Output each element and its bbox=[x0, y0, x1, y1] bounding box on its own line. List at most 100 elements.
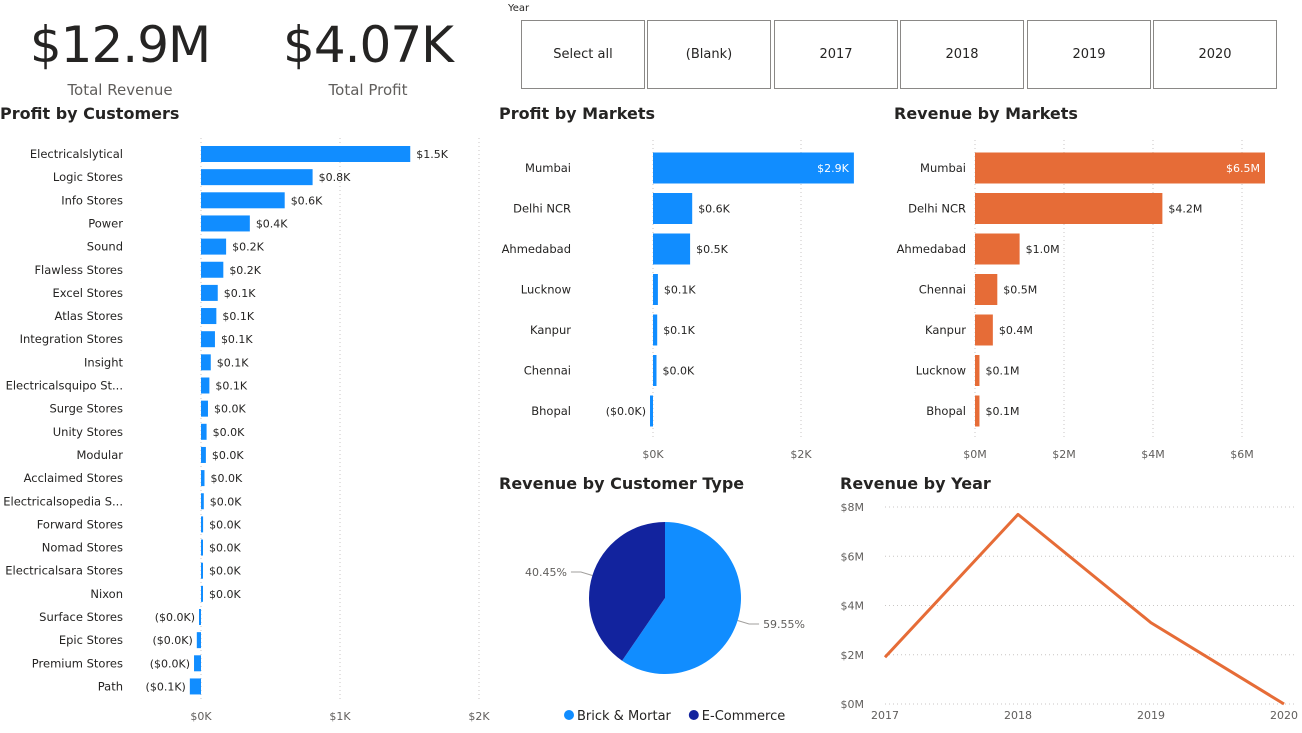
bar bbox=[201, 377, 210, 394]
data-label: $0.0K bbox=[209, 518, 241, 531]
profit-by-markets-chart: $0K $2K Mumbai $2.9K Delhi NCR $0.6K Ahmedabad… bbox=[502, 140, 854, 461]
profit-by-customers-chart: $0K $1K $2K Electricalslytical $1.5K Logic St… bbox=[3, 138, 490, 723]
slicer-option-2018[interactable]: 2018 bbox=[900, 20, 1024, 89]
data-label: $0.5M bbox=[1003, 284, 1037, 297]
category-label: Chennai bbox=[524, 364, 571, 378]
y-tick-label: $8M bbox=[841, 501, 865, 514]
category-label: Bhopal bbox=[531, 404, 571, 418]
bar bbox=[201, 470, 205, 487]
data-label: $0.1M bbox=[985, 365, 1019, 378]
category-label: Flawless Stores bbox=[34, 263, 123, 277]
bar bbox=[653, 355, 657, 386]
revenue-by-customer-type-chart: 59.55% 40.45% Brick & Mortar E-Commerce bbox=[525, 522, 805, 724]
x-tick-label: $2K bbox=[468, 710, 490, 723]
revenue-by-year-chart: $0M $2M $4M $6M $8M 2017 2018 2019 2020 bbox=[841, 501, 1299, 722]
slice-label: 40.45% bbox=[525, 566, 567, 579]
bar bbox=[201, 423, 207, 440]
data-label: $0.0K bbox=[209, 542, 241, 555]
category-label: Info Stores bbox=[61, 193, 123, 207]
data-label: $0.1K bbox=[215, 380, 247, 393]
category-label: Lucknow bbox=[916, 364, 966, 378]
data-label: $0.0K bbox=[210, 495, 242, 508]
category-label: Insight bbox=[84, 355, 123, 369]
data-label: $0.1K bbox=[221, 333, 253, 346]
bar bbox=[975, 193, 1163, 224]
x-tick-label: $2M bbox=[1052, 448, 1076, 461]
data-label: $6.5M bbox=[1226, 162, 1260, 175]
slice-label: 59.55% bbox=[763, 618, 805, 631]
bar bbox=[653, 274, 658, 305]
data-label: $4.2M bbox=[1168, 203, 1202, 216]
category-label: Delhi NCR bbox=[908, 202, 966, 216]
category-label: Lucknow bbox=[521, 283, 571, 297]
bar bbox=[653, 314, 658, 346]
bar bbox=[201, 585, 203, 602]
y-tick-label: $6M bbox=[841, 550, 865, 563]
x-tick-label: 2019 bbox=[1137, 709, 1165, 722]
data-label: $0.6K bbox=[698, 203, 730, 216]
y-tick-label: $2M bbox=[841, 649, 865, 662]
bar bbox=[975, 233, 1020, 265]
data-label: $0.0K bbox=[209, 565, 241, 578]
category-label: Modular bbox=[76, 448, 123, 462]
data-label: $0.1K bbox=[224, 287, 256, 300]
total-revenue-value: $12.9M bbox=[29, 16, 211, 74]
profit-by-customers-title: Profit by Customers bbox=[0, 104, 180, 123]
x-tick-label: $4M bbox=[1141, 448, 1165, 461]
bar bbox=[653, 193, 693, 224]
x-tick-label: 2017 bbox=[871, 709, 899, 722]
category-label: Nixon bbox=[90, 587, 123, 601]
category-label: Epic Stores bbox=[59, 633, 123, 647]
slicer-option-2017[interactable]: 2017 bbox=[774, 20, 898, 89]
bar bbox=[196, 632, 201, 649]
slicer-option-2019[interactable]: 2019 bbox=[1027, 20, 1151, 89]
category-label: Integration Stores bbox=[20, 332, 123, 346]
data-label: $0.0K bbox=[663, 365, 695, 378]
data-label: ($0.0K) bbox=[150, 657, 190, 670]
data-label: $0.8K bbox=[319, 171, 351, 184]
category-label: Logic Stores bbox=[53, 170, 123, 184]
category-label: Premium Stores bbox=[32, 656, 123, 670]
data-label: ($0.0K) bbox=[606, 405, 646, 418]
legend-label: E-Commerce bbox=[702, 709, 785, 724]
revenue-by-markets-chart: $0M $2M $4M $6M Mumbai $6.5M Delhi NCR $4.2M Ahm… bbox=[897, 140, 1265, 461]
legend-marker bbox=[564, 710, 574, 720]
x-tick-label: 2020 bbox=[1270, 709, 1298, 722]
bar bbox=[201, 539, 203, 556]
x-tick-label: $0K bbox=[642, 448, 664, 461]
data-label: $0.0K bbox=[214, 403, 246, 416]
bar bbox=[201, 308, 217, 325]
profit-by-markets-title: Profit by Markets bbox=[499, 104, 655, 123]
category-label: Ahmedabad bbox=[897, 242, 966, 256]
bar bbox=[201, 331, 215, 348]
total-revenue-label: Total Revenue bbox=[67, 81, 173, 99]
revenue-by-markets-title: Revenue by Markets bbox=[894, 104, 1078, 123]
revenue-line bbox=[883, 512, 1285, 706]
category-label: Sound bbox=[87, 240, 123, 254]
bar bbox=[201, 215, 250, 232]
category-label: Electricalsara Stores bbox=[5, 564, 123, 578]
category-label: Acclaimed Stores bbox=[24, 471, 123, 485]
slicer-option-2020[interactable]: 2020 bbox=[1153, 20, 1277, 89]
x-tick-label: $0M bbox=[963, 448, 987, 461]
category-label: Nomad Stores bbox=[42, 541, 123, 555]
bar bbox=[201, 354, 211, 371]
bar bbox=[201, 446, 206, 463]
data-label: $0.1K bbox=[663, 324, 695, 337]
slicer-option-blank[interactable]: (Blank) bbox=[647, 20, 771, 89]
x-tick-label: $6M bbox=[1230, 448, 1254, 461]
bar bbox=[975, 355, 980, 386]
data-label: ($0.1K) bbox=[146, 680, 186, 693]
legend-marker bbox=[688, 710, 699, 720]
bar bbox=[194, 655, 201, 672]
bar bbox=[201, 146, 411, 162]
data-label: $0.1K bbox=[222, 310, 254, 323]
category-label: Ahmedabad bbox=[502, 242, 571, 256]
slicer-option-select-all[interactable]: Select all bbox=[521, 20, 645, 89]
bar bbox=[201, 261, 224, 278]
leader-line bbox=[570, 571, 593, 577]
bar bbox=[201, 400, 208, 417]
data-label: $0.6K bbox=[291, 194, 323, 207]
category-label: Chennai bbox=[919, 283, 966, 297]
y-tick-label: $0M bbox=[841, 698, 865, 711]
